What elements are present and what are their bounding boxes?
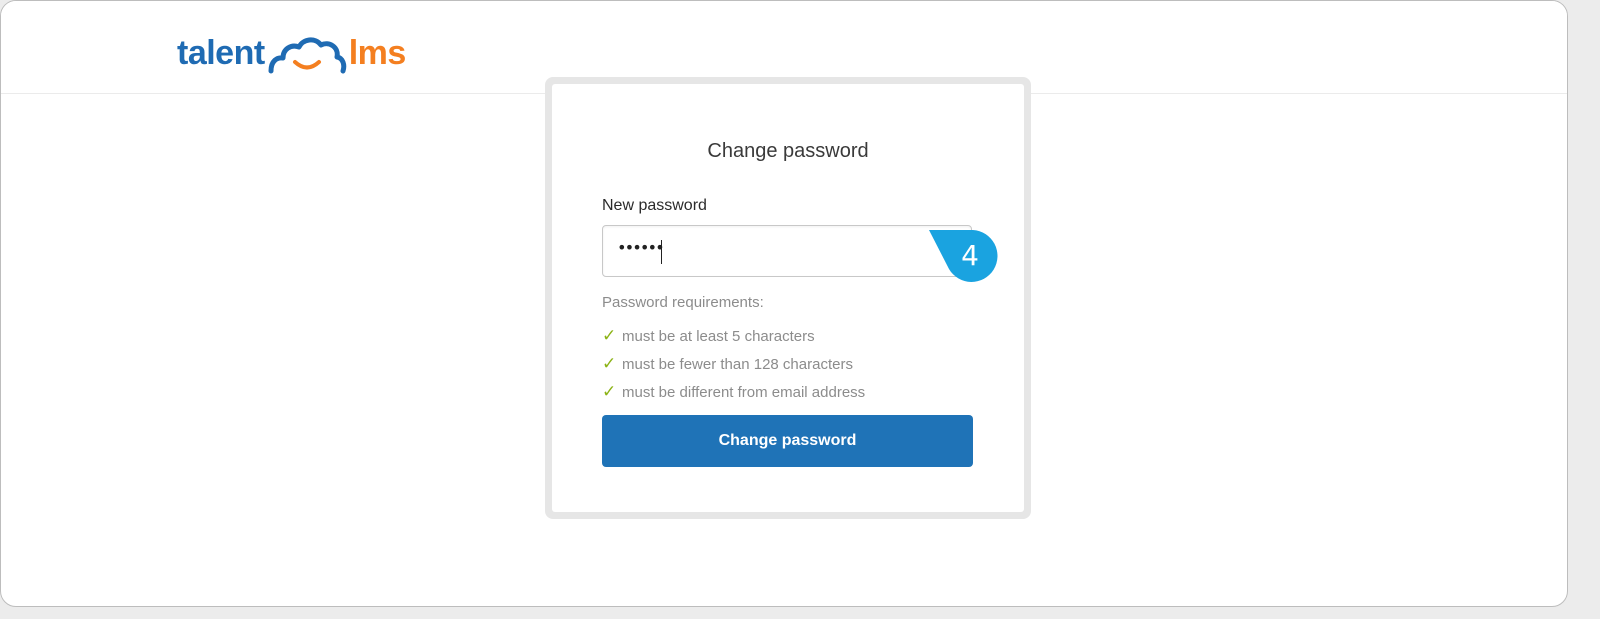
requirements-title: Password requirements: — [602, 294, 764, 311]
text-caret — [661, 240, 662, 264]
check-icon: ✓ — [602, 326, 617, 345]
app-window: talent lms Change password New password … — [0, 0, 1568, 607]
change-password-card: Change password New password •••••• Pass… — [552, 84, 1024, 512]
logo-text-talent: talent — [177, 33, 265, 72]
new-password-input[interactable]: •••••• — [602, 225, 972, 277]
card-title: Change password — [707, 140, 869, 162]
requirements-list: ✓ must be at least 5 characters ✓ must b… — [602, 322, 865, 406]
step-callout-number: 4 — [961, 239, 979, 272]
check-icon: ✓ — [602, 382, 617, 401]
requirement-text: must be different from email address — [622, 383, 866, 401]
requirement-text: must be at least 5 characters — [622, 327, 815, 345]
requirement-item: ✓ must be fewer than 128 characters — [602, 350, 865, 378]
new-password-label: New password — [602, 197, 707, 214]
logo-text-lms: lms — [348, 33, 407, 72]
check-icon: ✓ — [602, 354, 617, 373]
talentlms-logo[interactable]: talent lms — [177, 29, 406, 77]
talentlms-cloud-icon — [268, 37, 346, 74]
change-password-button[interactable]: Change password — [602, 415, 973, 467]
new-password-value: •••••• — [617, 238, 665, 257]
requirement-item: ✓ must be at least 5 characters — [602, 322, 865, 350]
requirement-item: ✓ must be different from email address — [602, 378, 865, 406]
change-password-card-frame: Change password New password •••••• Pass… — [545, 77, 1031, 519]
requirement-text: must be fewer than 128 characters — [622, 355, 853, 373]
